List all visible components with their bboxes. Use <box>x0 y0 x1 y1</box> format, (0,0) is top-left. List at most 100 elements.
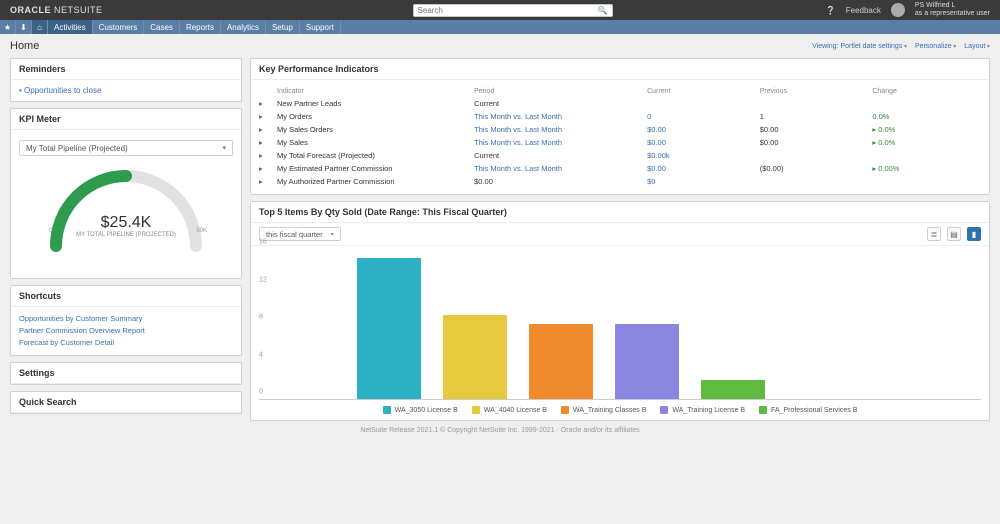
expand-icon[interactable]: ▸ <box>259 99 273 108</box>
expand-icon[interactable]: ▸ <box>259 151 273 160</box>
kpi-meter-panel: KPI Meter My Total Pipeline (Projected) … <box>10 108 242 279</box>
kpi-indicator: My Authorized Partner Commission <box>277 177 470 186</box>
chart-ytick: 4 <box>259 351 263 358</box>
shortcuts-panel: Shortcuts Opportunities by Customer Summ… <box>10 285 242 356</box>
global-search[interactable]: 🔍 <box>413 4 613 17</box>
legend-label: WA_4040 License B <box>484 407 547 414</box>
kpi-previous: ($0.00) <box>760 164 869 173</box>
settings-panel[interactable]: Settings <box>10 362 242 385</box>
nav-item-setup[interactable]: Setup <box>266 20 300 34</box>
avatar[interactable] <box>891 3 905 17</box>
legend-label: FA_Professional Services B <box>771 407 857 414</box>
nav-item-customers[interactable]: Customers <box>93 20 145 34</box>
chart-bar-view-button[interactable]: ▮ <box>967 227 981 241</box>
top-items-range-select[interactable]: this fiscal quarter ▾ <box>259 227 341 241</box>
nav-home-button[interactable]: ⌂ <box>32 20 48 34</box>
legend-swatch <box>759 406 767 414</box>
search-icon: 🔍 <box>598 6 608 15</box>
chart-bar[interactable] <box>357 258 421 399</box>
kpi-gauge-max: 50K <box>196 228 207 234</box>
feedback-link[interactable]: Feedback <box>846 6 881 15</box>
kpi-current[interactable]: $0 <box>647 177 756 186</box>
legend-item[interactable]: WA_4040 License B <box>472 406 547 414</box>
kpi-meter-select[interactable]: My Total Pipeline (Projected) ▾ <box>19 140 233 156</box>
chart-area: 0481216 <box>259 250 981 400</box>
expand-icon[interactable]: ▸ <box>259 112 273 121</box>
nav-arrow-button[interactable]: ⬇ <box>16 20 32 34</box>
chart-list-view-button[interactable]: ≣ <box>927 227 941 241</box>
reminders-panel: Reminders • Opportunities to close <box>10 58 242 102</box>
nav-item-analytics[interactable]: Analytics <box>221 20 266 34</box>
chart-bar[interactable] <box>529 324 593 399</box>
kpi-col-header: Previous <box>760 88 869 95</box>
kpi-period[interactable]: This Month vs. Last Month <box>474 125 643 134</box>
legend-item[interactable]: WA_Training License B <box>660 406 745 414</box>
kpi-indicator: New Partner Leads <box>277 99 470 108</box>
chart-table-view-button[interactable]: ▤ <box>947 227 961 241</box>
kpi-period[interactable]: This Month vs. Last Month <box>474 138 643 147</box>
nav-item-reports[interactable]: Reports <box>180 20 221 34</box>
kpi-period[interactable]: This Month vs. Last Month <box>474 164 643 173</box>
shortcut-link[interactable]: Partner Commission Overview Report <box>19 325 233 337</box>
shortcut-link[interactable]: Forecast by Customer Detail <box>19 337 233 349</box>
chart-bar[interactable] <box>443 315 507 399</box>
page-action[interactable]: Personalize <box>915 43 956 50</box>
chart-ytick: 16 <box>259 239 267 246</box>
legend-label: WA_3050 License B <box>395 407 458 414</box>
chart-legend: WA_3050 License B WA_4040 License B WA_Tra… <box>251 402 989 420</box>
quick-search-panel[interactable]: Quick Search <box>10 391 242 414</box>
kpi-row: ▸My Estimated Partner CommissionThis Mon… <box>259 162 981 175</box>
brand-logo: ORACLE NETSUITE <box>10 5 103 15</box>
page-header: Home Viewing: Portlet date settingsPerso… <box>10 40 990 52</box>
kpi-current[interactable]: $0.00 <box>647 138 756 147</box>
kpi-col-header: Current <box>647 88 756 95</box>
expand-icon[interactable]: ▸ <box>259 164 273 173</box>
user-name: PS Wilfried L <box>915 2 990 10</box>
shortcuts-title: Shortcuts <box>11 286 241 307</box>
kpi-previous: 1 <box>760 112 869 121</box>
chevron-down-icon: ▾ <box>331 231 334 238</box>
expand-icon[interactable]: ▸ <box>259 177 273 186</box>
nav-item-cases[interactable]: Cases <box>144 20 180 34</box>
page-action[interactable]: Viewing: Portlet date settings <box>812 43 907 50</box>
kpi-previous: $0.00 <box>760 125 869 134</box>
kpi-meter-select-label: My Total Pipeline (Projected) <box>26 144 128 153</box>
kpi-indicator: My Orders <box>277 112 470 121</box>
shortcut-link[interactable]: Opportunities by Customer Summary <box>19 313 233 325</box>
legend-label: WA_Training Classes B <box>573 407 646 414</box>
nav-item-activities[interactable]: Activities <box>48 20 93 34</box>
brand-vendor: ORACLE <box>10 5 51 15</box>
kpi-col-header: Indicator <box>277 88 470 95</box>
kpi-current[interactable]: $0.00 <box>647 164 756 173</box>
kpi-gauge: $25.4K MY TOTAL PIPELINE (PROJECTED) 0 5… <box>41 166 211 266</box>
kpi-col-header: Period <box>474 88 643 95</box>
kpi-period[interactable]: This Month vs. Last Month <box>474 112 643 121</box>
kpi-change: ▸ 0.0% <box>872 138 981 147</box>
kpi-current[interactable]: 0 <box>647 112 756 121</box>
chart-bar[interactable] <box>615 324 679 399</box>
top-items-title: Top 5 Items By Qty Sold (Date Range: Thi… <box>251 202 989 223</box>
page-action[interactable]: Layout <box>964 43 990 50</box>
help-link[interactable]: ❔ <box>826 6 836 15</box>
kpi-row: ▸ My Orders This Month vs. Last Month 010.0… <box>259 110 981 123</box>
reminder-link[interactable]: • Opportunities to close <box>19 86 233 95</box>
user-label[interactable]: PS Wilfried L as a representative user <box>915 2 990 17</box>
legend-swatch <box>472 406 480 414</box>
kpi-current[interactable]: $0.00 <box>647 125 756 134</box>
kpi-period: Current <box>474 99 643 108</box>
legend-item[interactable]: WA_3050 License B <box>383 406 458 414</box>
legend-item[interactable]: FA_Professional Services B <box>759 406 857 414</box>
legend-item[interactable]: WA_Training Classes B <box>561 406 646 414</box>
chart-bar[interactable] <box>701 380 765 399</box>
expand-icon[interactable]: ▸ <box>259 138 273 147</box>
nav-star-button[interactable]: ★ <box>0 20 16 34</box>
nav-item-support[interactable]: Support <box>300 20 341 34</box>
kpi-current[interactable]: $0.00k <box>647 151 756 160</box>
kpi-change: 0.0% <box>872 112 981 121</box>
top-items-range-label: this fiscal quarter <box>266 230 323 239</box>
kpi-panel: Key Performance Indicators IndicatorPeri… <box>250 58 990 195</box>
expand-icon[interactable]: ▸ <box>259 125 273 134</box>
search-input[interactable] <box>418 6 598 15</box>
kpi-change: ▸ 0.00% <box>872 164 981 173</box>
legend-label: WA_Training License B <box>672 407 745 414</box>
